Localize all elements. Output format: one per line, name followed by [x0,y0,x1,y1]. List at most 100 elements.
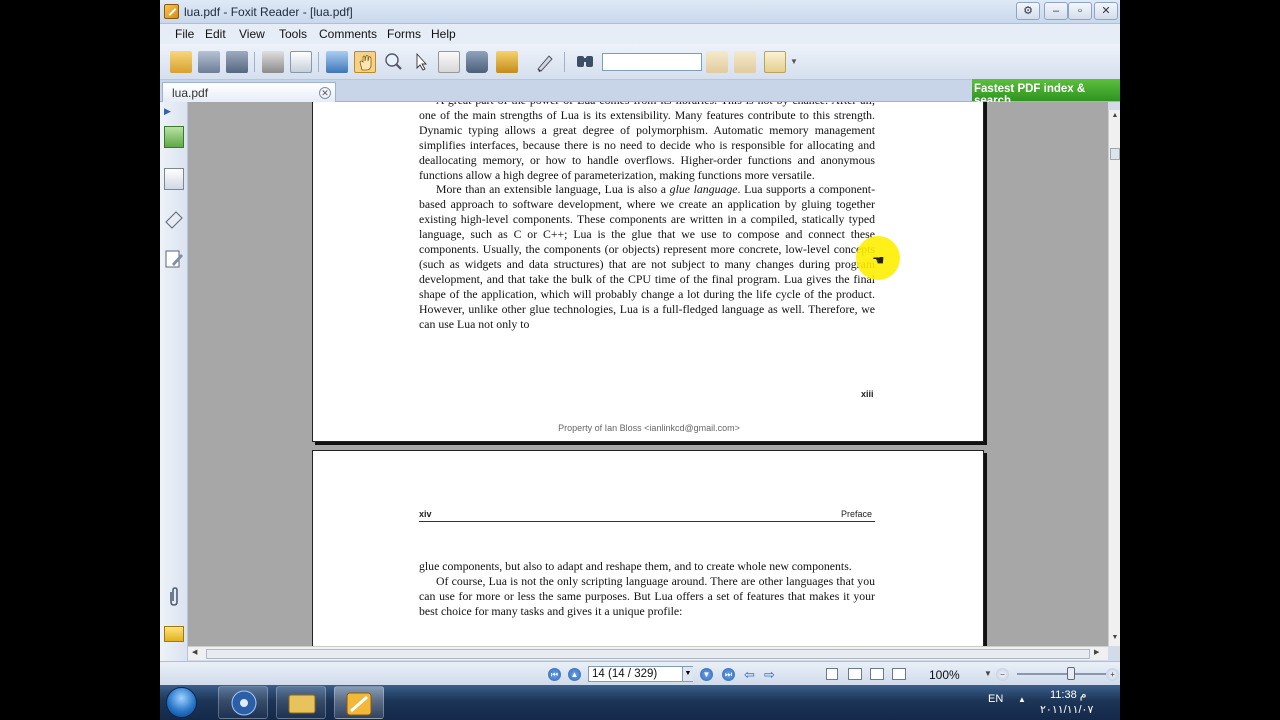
close-icon[interactable]: ✕ [319,87,331,99]
forward-view-icon[interactable]: ⇨ [764,667,775,683]
page-number-field[interactable]: 14 (14 / 329) [588,666,693,682]
rms-icon[interactable] [496,51,518,73]
menu-tools[interactable]: Tools [279,27,307,41]
expand-panel-icon[interactable]: ▶ [164,106,184,118]
layers-icon[interactable] [164,208,184,230]
back-view-icon[interactable]: ⇦ [744,667,755,683]
menu-edit[interactable]: Edit [205,27,226,41]
page1-paragraph-1: A great part of the power of Lua comes f… [419,102,875,182]
scroll-left-icon[interactable]: ◀ [192,648,197,656]
toolbar-separator [254,52,255,72]
zoom-dropdown-icon[interactable]: ▼ [984,669,992,678]
facing-icon[interactable] [870,668,884,680]
page2-paragraph-2: Of course, Lua is not the only scripting… [419,573,875,618]
running-head-page: xiv [419,509,432,519]
page2-body: glue components, but also to adapt and r… [419,559,875,619]
clock-date[interactable]: ٢٠١١/١١/٠٧ [1040,703,1093,716]
continuous-icon[interactable] [848,668,862,680]
ad-banner[interactable]: Fastest PDF index & search [972,79,1120,107]
menu-comments[interactable]: Comments [319,27,377,41]
scroll-up-icon[interactable]: ▲ [1109,110,1120,122]
previous-page-icon[interactable]: ▲ [568,668,581,681]
horizontal-scroll-thumb[interactable] [206,649,1090,659]
hand-cursor-icon: ☚ [872,252,885,268]
close-button[interactable]: ✕ [1094,2,1118,20]
search-input[interactable] [602,53,702,71]
explorer-task[interactable] [276,686,326,719]
annotations-icon[interactable] [164,626,184,642]
document-view[interactable]: A great part of the power of Lua comes f… [188,102,1108,646]
tab-label: lua.pdf [172,86,209,100]
tray-expand-icon[interactable]: ▲ [1018,695,1026,704]
last-page-icon[interactable]: ⏭ [722,668,735,681]
scroll-right-icon[interactable]: ▶ [1094,648,1099,656]
snapshot-icon[interactable] [466,51,488,73]
tab-lua-pdf[interactable]: lua.pdf ✕ [162,82,336,102]
zoom-out-icon[interactable]: − [996,668,1009,681]
paragraph-text: More than an extensible language, Lua is… [436,182,670,197]
page-dropdown-icon[interactable]: ▼ [682,667,693,681]
zoom-level[interactable]: 100% [929,668,960,682]
foxit-app-icon[interactable] [164,4,179,19]
first-page-icon[interactable]: ⏮ [548,668,561,681]
typewriter-icon[interactable] [534,51,556,73]
email-icon[interactable] [290,51,312,73]
zoom-slider-track[interactable] [1017,673,1107,675]
prev-result-icon[interactable] [706,51,728,73]
language-indicator[interactable]: EN [988,693,1003,705]
pages-icon[interactable] [164,126,184,148]
continuous-facing-icon[interactable] [892,668,906,680]
minimize-button[interactable]: – [1044,2,1068,20]
maximize-button[interactable]: ▫ [1068,2,1092,20]
page2-paragraph-1: glue components, but also to adapt and r… [419,559,852,573]
attachment-icon[interactable] [164,586,184,608]
save-all-icon[interactable] [226,51,248,73]
pdf-page-xiv: xiv Preface glue components, but also to… [312,450,984,646]
media-player-task[interactable] [218,686,268,719]
page1-paragraph-2: More than an extensible language, Lua is… [419,182,875,331]
menu-forms[interactable]: Forms [387,27,421,41]
options-button[interactable]: ⚙ [1016,2,1040,20]
bookmarks-icon[interactable] [164,168,184,190]
page1-body: A great part of the power of Lua comes f… [419,102,875,332]
save-icon[interactable] [198,51,220,73]
running-head-title: Preface [841,509,873,519]
watermark-text: Property of Ian Bloss <ianlinkcd@gmail.c… [558,423,740,433]
single-page-icon[interactable] [826,668,838,680]
vertical-scrollbar[interactable]: ▲ ▼ [1108,110,1120,646]
horizontal-scrollbar[interactable]: ◀ ▶ [188,646,1108,660]
main-toolbar: ▼ [160,44,1120,80]
hand-tool-icon[interactable] [354,51,376,73]
page-number: xiii [861,389,874,399]
foxit-reader-task[interactable] [334,686,384,719]
navigation-panel: ▶ [160,102,188,662]
zoom-in-icon[interactable]: + [1106,668,1119,681]
zoom-slider-thumb[interactable] [1067,667,1075,680]
fullscreen-icon[interactable] [326,51,348,73]
find-icon[interactable] [574,51,596,73]
menu-help[interactable]: Help [431,27,456,41]
menu-file[interactable]: File [175,27,194,41]
menu-view[interactable]: View [239,27,265,41]
select-tool-icon[interactable] [410,51,432,73]
comments-icon[interactable] [164,248,184,270]
vertical-scroll-thumb[interactable] [1110,148,1120,160]
emphasis-text: glue language [669,182,738,197]
print-icon[interactable] [262,51,284,73]
text-select-icon[interactable] [438,51,460,73]
next-page-icon[interactable]: ▼ [700,668,713,681]
paragraph-text: . Lua supports a component-based approac… [419,182,876,331]
open-icon[interactable] [170,51,192,73]
windows-taskbar: EN ▲ 11:38 م ٢٠١١/١١/٠٧ [160,685,1120,720]
dropdown-arrow-icon[interactable]: ▼ [790,57,798,66]
highlight-icon[interactable] [764,51,786,73]
menu-bar: File Edit View Tools Comments Forms Help [160,24,1120,44]
start-button[interactable] [166,687,197,718]
toolbar-separator [318,52,319,72]
clock-time[interactable]: 11:38 م [1050,688,1087,701]
next-result-icon[interactable] [734,51,756,73]
title-bar: lua.pdf - Foxit Reader - [lua.pdf] ⚙ – ▫… [160,0,1120,24]
toolbar-separator [564,52,565,72]
scroll-down-icon[interactable]: ▼ [1109,632,1120,644]
zoom-tool-icon[interactable] [382,51,404,73]
